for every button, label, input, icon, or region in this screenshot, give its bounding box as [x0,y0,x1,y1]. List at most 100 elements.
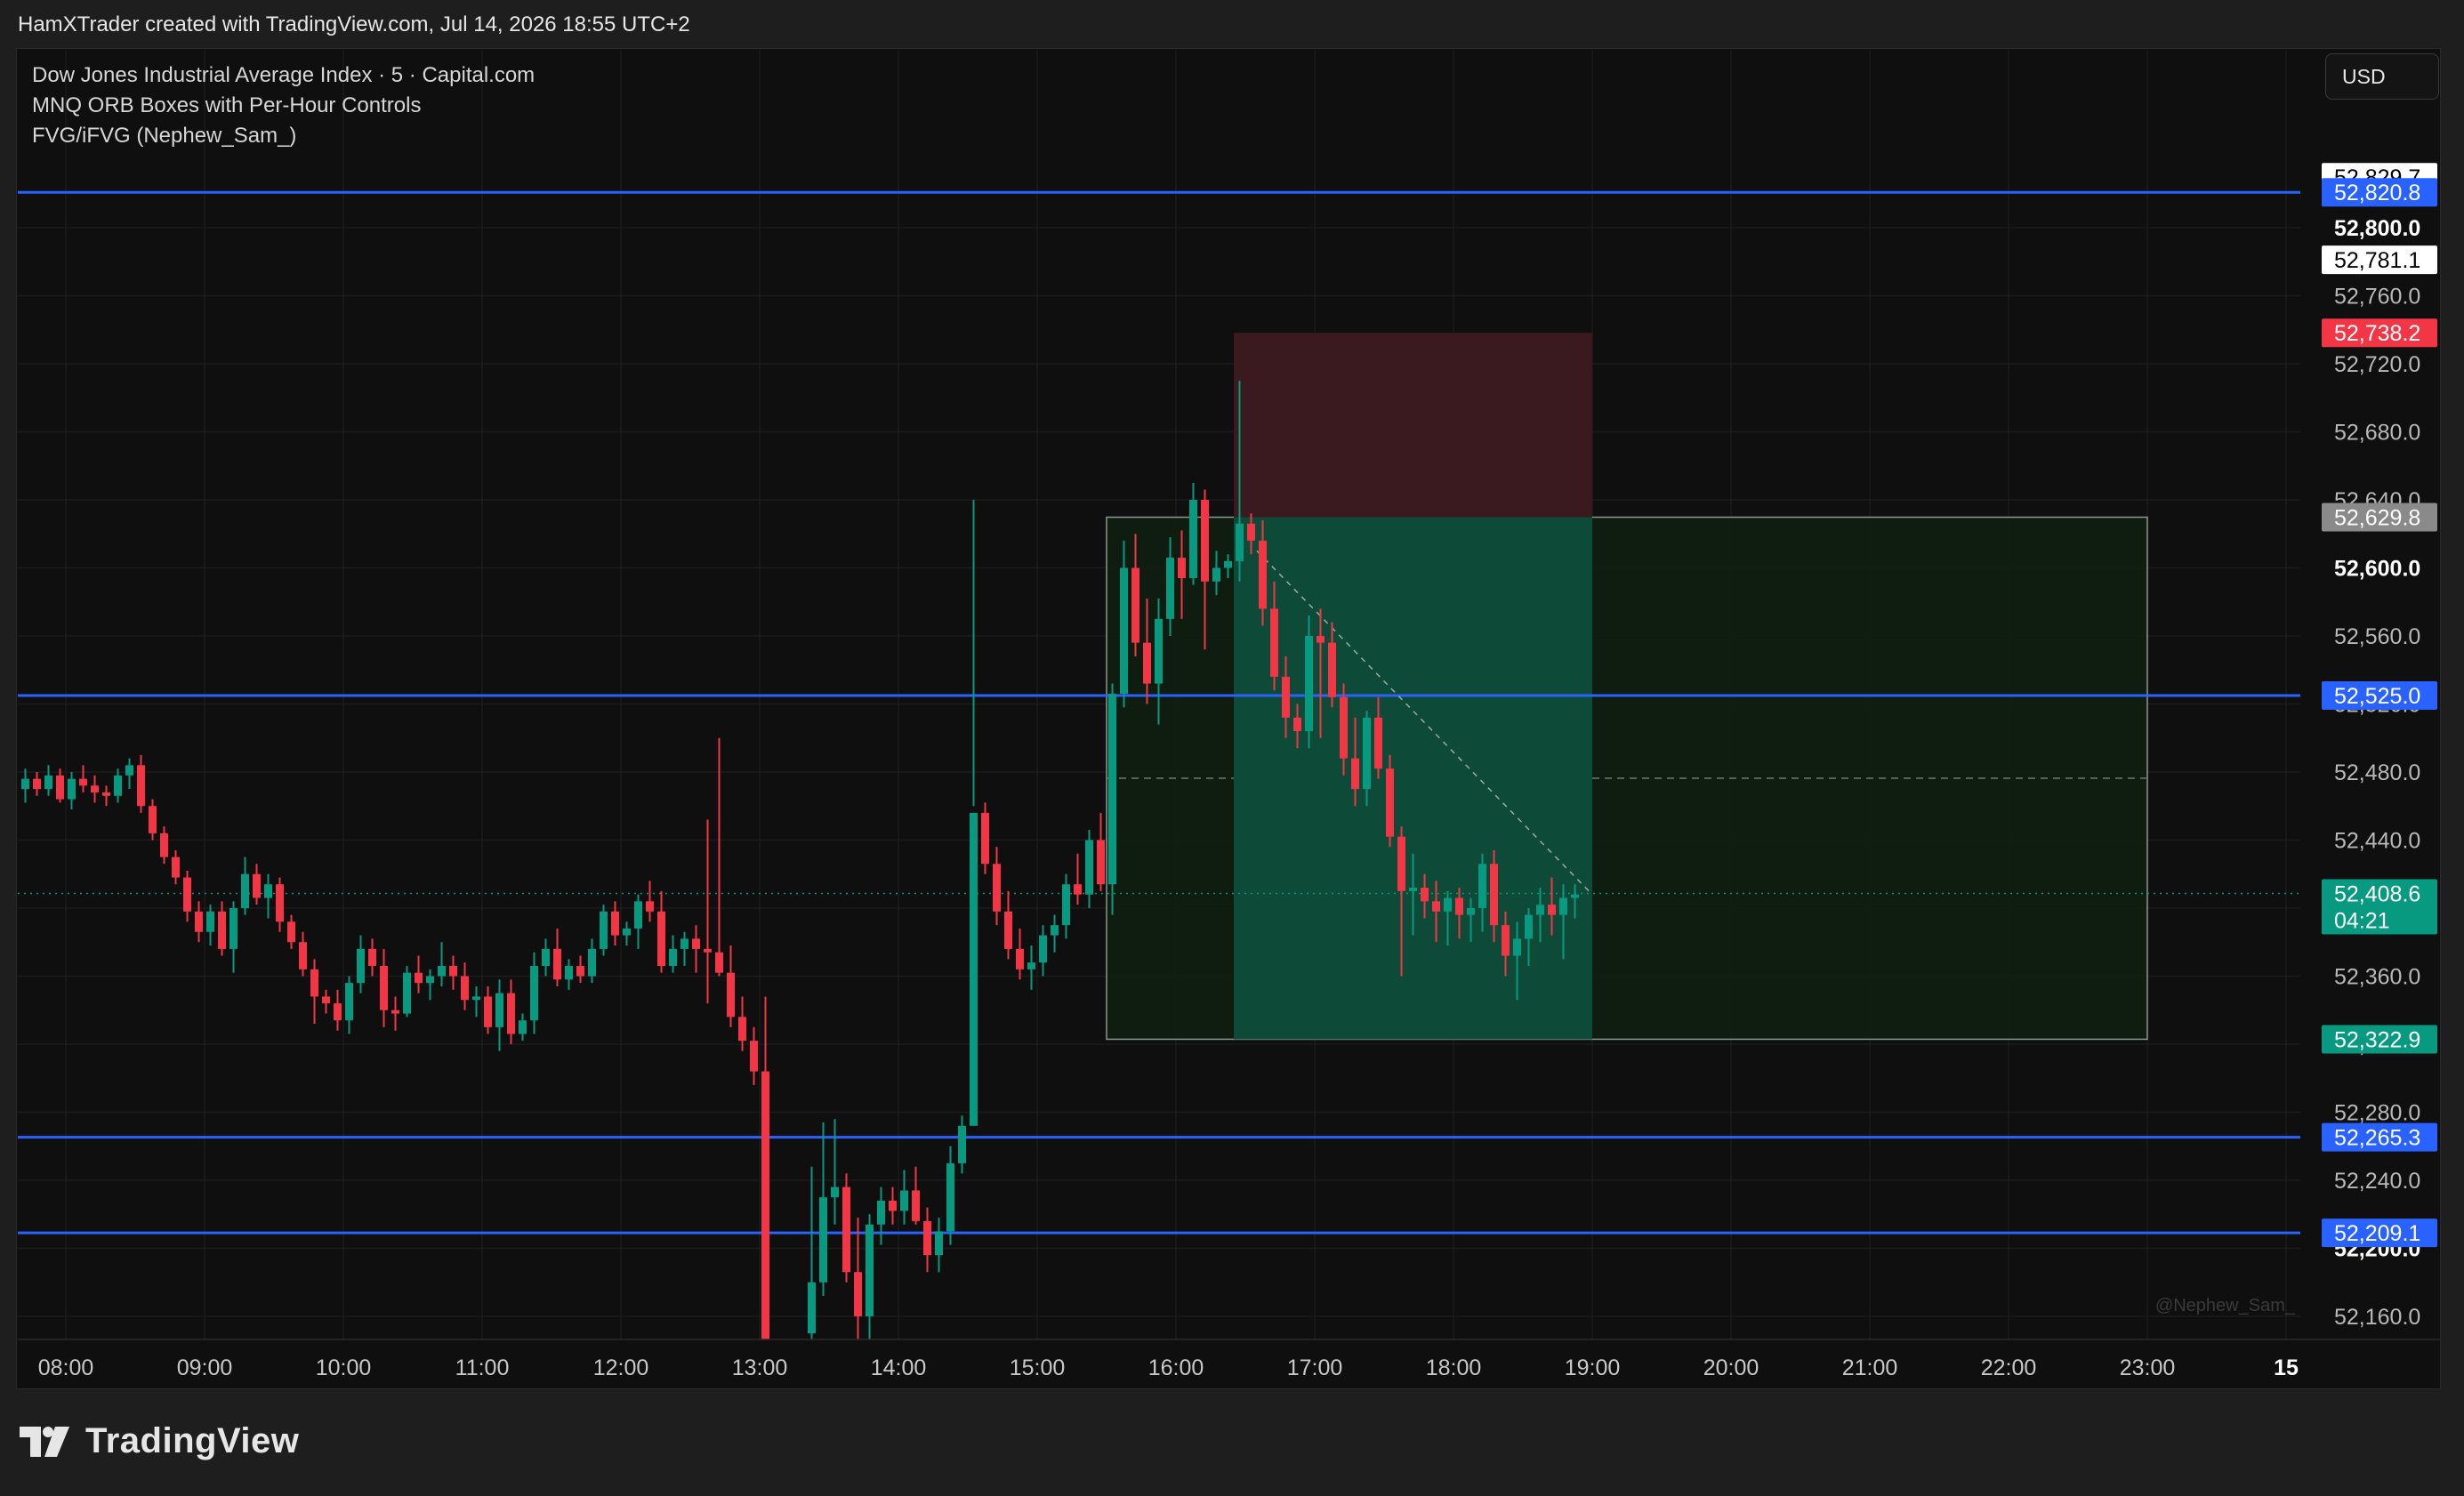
candle-body [1432,901,1440,912]
candle-body [357,948,365,984]
x-tick-label: 17:00 [1287,1355,1343,1380]
candle-body [1559,897,1567,915]
candle-body [738,1017,746,1042]
candle-body [380,966,388,1010]
candle-body [1062,884,1070,926]
tradingview-wordmark: TradingView [85,1421,300,1460]
candle-body [900,1190,908,1211]
candle-body [241,873,249,908]
price-label: 52,265.3 [2334,1126,2420,1151]
legend-indicator-orb[interactable]: MNQ ORB Boxes with Per-Hour Controls [32,91,535,121]
candle-body [1317,636,1325,643]
candle-body [1016,948,1024,969]
x-tick-label: 21:00 [1842,1355,1898,1380]
price-label: 52,209.1 [2334,1221,2420,1246]
currency-selector[interactable]: USD [2325,53,2439,100]
candle-body [588,948,596,977]
price-label: 52,820.8 [2334,181,2420,205]
candle-body [160,832,168,857]
chart-canvas[interactable]: 08:00 09:00 10:00 11:00 12:00 13:00 14:00 15:00… [0,0,2464,1496]
candle-body [715,952,723,973]
candle-body [646,901,654,912]
candle-body [1455,897,1463,915]
candle-body [461,976,469,1001]
x-tick-label: 09:00 [177,1355,233,1380]
candle-body [1571,894,1579,898]
take-profit-zone [1234,517,1592,1040]
candle-body [253,873,261,898]
candle-body [600,911,608,949]
legend-symbol[interactable]: Dow Jones Industrial Average Index · 5 ·… [32,60,535,91]
candle-body [958,1125,966,1163]
candle-body [1259,540,1267,609]
candle-body [507,993,515,1034]
candle-body [553,948,561,980]
stop-loss-zone [1234,333,1592,518]
candle-body [183,877,191,912]
candle-body [172,857,180,878]
candle-body [1131,567,1139,643]
candle-body [195,911,203,932]
y-tick-label: 52,240.0 [2334,1169,2420,1194]
y-tick-label: 52,800.0 [2334,216,2420,241]
legend-indicator-fvg[interactable]: FVG/iFVG (Nephew_Sam_) [32,121,535,151]
price-label: 52,738.2 [2334,321,2420,346]
candle-body [1108,694,1116,885]
candle-body [634,901,642,929]
candle-body [1340,696,1348,759]
candle-body [206,911,214,932]
candle-body [565,966,573,980]
candle-body [345,983,353,1021]
x-tick-label: 12:00 [593,1355,649,1380]
candle-body [1282,676,1290,718]
x-tick-label: 11:00 [455,1355,510,1380]
bar-countdown-label: 04:21 [2334,909,2390,934]
candle-body [1293,717,1301,732]
y-tick-label: 52,560.0 [2334,624,2420,649]
candle-body [935,1231,943,1256]
candle-body [981,812,989,865]
candle-body [761,1071,769,1339]
candle-body [484,996,492,1027]
x-tick-label: 16:00 [1148,1355,1204,1380]
candle-body [1236,523,1244,561]
candle-body [1421,888,1429,902]
candle-body [1224,560,1232,568]
candle-body [1513,938,1521,956]
candle-body [229,908,238,949]
candle-body [1097,840,1105,885]
watermark: @Nephew_Sam_ [2155,1296,2296,1315]
y-tick-label: 52,160.0 [2334,1305,2420,1330]
candle-body [1120,567,1128,695]
candle-body [854,1272,862,1316]
x-tick-label: 08:00 [38,1355,94,1380]
x-tick-label: 23:00 [2120,1355,2176,1380]
candle-body [704,948,712,953]
x-tick-label: 15 [2274,1355,2299,1380]
candle-body [102,792,110,796]
candle-body [449,966,457,977]
y-tick-label: 52,280.0 [2334,1101,2420,1126]
candle-body [56,775,64,800]
candle-body [542,948,550,967]
candle-body [1051,925,1059,936]
plot-area[interactable] [10,190,2300,1350]
candle-body [1212,567,1220,582]
candle-body [842,1186,850,1273]
candle-body [1397,836,1405,891]
x-tick-label: 14:00 [871,1355,927,1380]
candle-body [415,972,423,984]
price-label: 52,629.8 [2334,506,2420,531]
candle-body [368,948,376,967]
candle-body [334,1003,342,1021]
candle-body [426,976,434,984]
candle-body [1155,618,1163,684]
tradingview-logo: TradingView [20,1421,299,1461]
y-tick-label: 52,720.0 [2334,352,2420,377]
candle-body [472,996,480,1001]
y-tick-label: 52,480.0 [2334,760,2420,785]
candle-body [1143,642,1151,684]
candle-body [403,972,411,1014]
x-tick-label: 10:00 [316,1355,372,1380]
candle-body [1270,608,1278,677]
